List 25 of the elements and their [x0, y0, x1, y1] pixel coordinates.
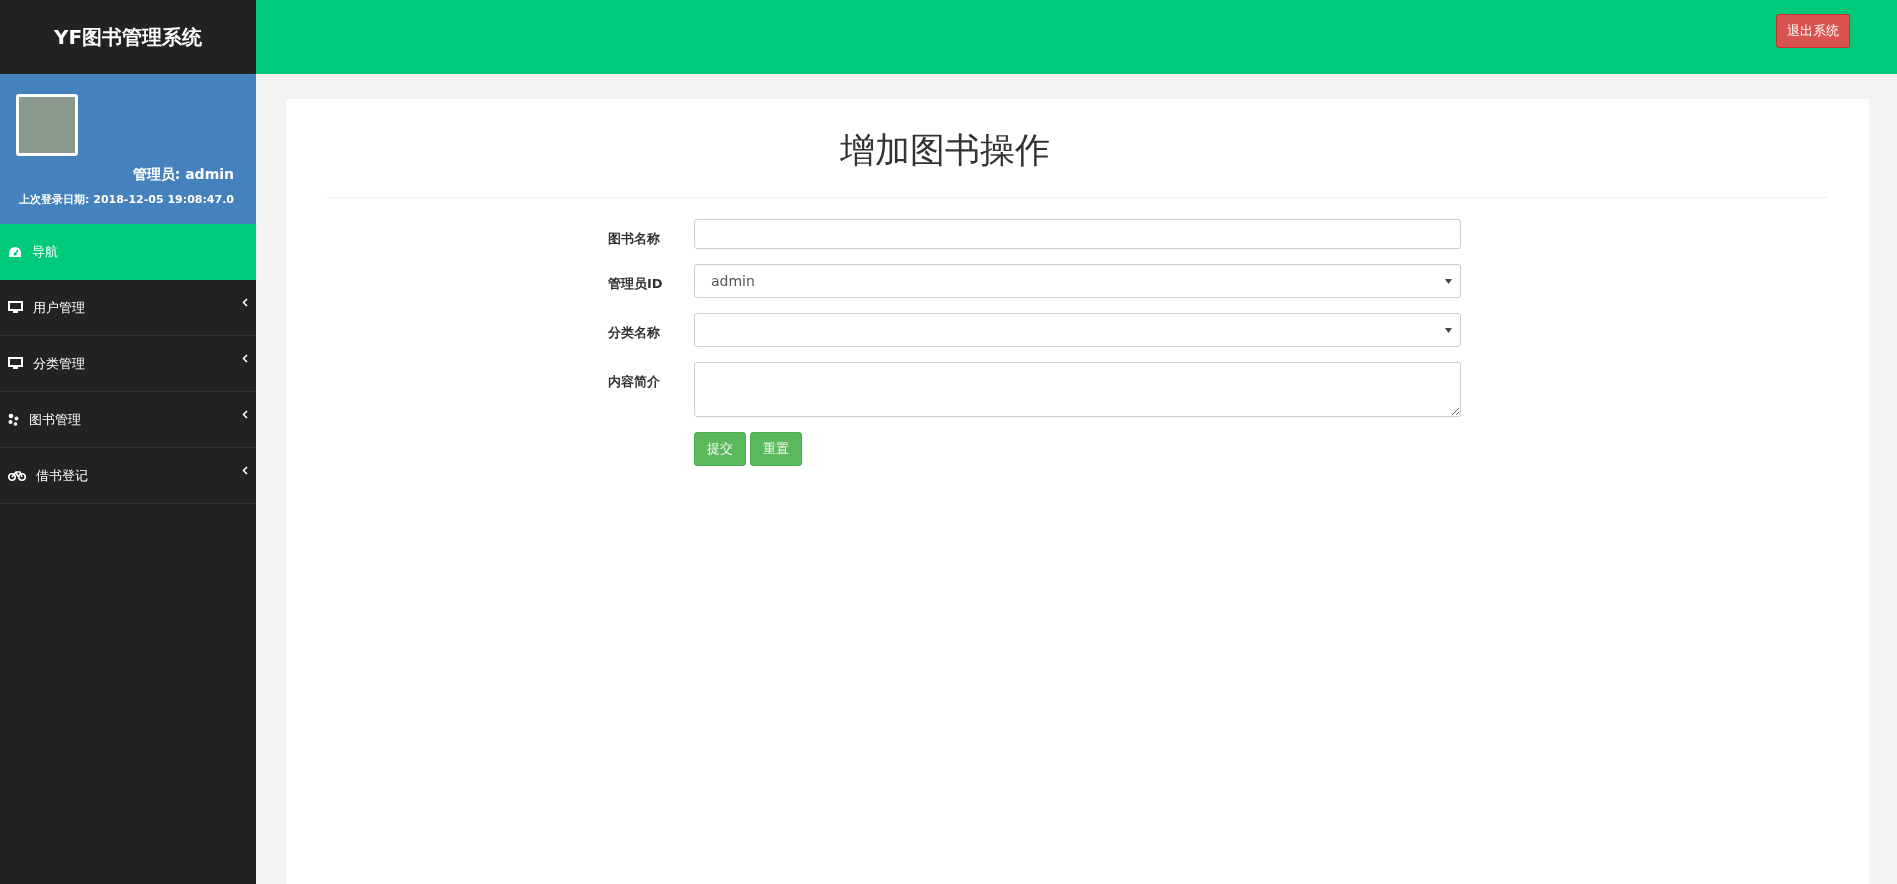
- page-title: 增加图书操作: [327, 99, 1828, 198]
- field-label: 内容简介: [608, 373, 661, 391]
- bicycle-icon: [8, 470, 26, 481]
- text-input-field[interactable]: [694, 219, 1461, 249]
- select-field[interactable]: admin: [694, 264, 1461, 298]
- textarea-field[interactable]: [694, 362, 1461, 417]
- field-label: 分类名称: [608, 324, 661, 342]
- last-login-date: 上次登录日期: 2018-12-05 19:08:47.0: [19, 192, 234, 207]
- caret-icon: [242, 298, 248, 307]
- admin-name: 管理员: admin: [132, 166, 234, 184]
- dropdown-arrow-icon: [1445, 327, 1452, 333]
- caret-icon: [242, 410, 248, 419]
- app-title: YF图书管理系统: [52, 23, 204, 51]
- avatar-placeholder: [16, 94, 78, 156]
- field-label: 图书名称: [608, 230, 661, 248]
- dashboard-icon: [8, 245, 22, 258]
- field-label: 管理员ID: [608, 275, 664, 293]
- caret-icon: [242, 354, 248, 363]
- logout-button[interactable]: 退出系统: [1776, 14, 1850, 48]
- select-field[interactable]: [694, 313, 1461, 347]
- dropdown-arrow-icon: [1445, 278, 1452, 284]
- monitor-icon: [8, 301, 23, 314]
- monitor-icon: [8, 357, 23, 370]
- cluster-icon: [8, 413, 19, 426]
- caret-icon: [242, 466, 248, 475]
